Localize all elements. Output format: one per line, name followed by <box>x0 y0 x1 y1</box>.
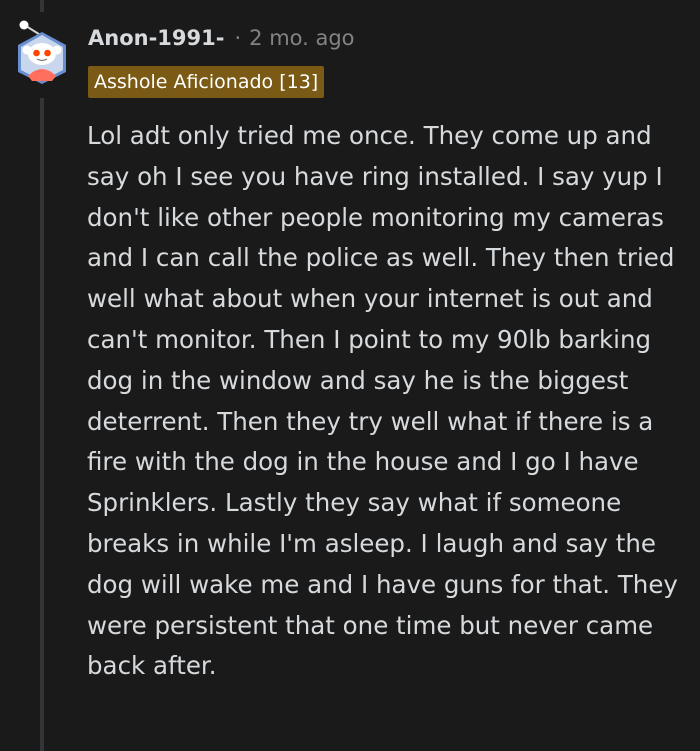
thread-line-top[interactable] <box>40 0 44 12</box>
comment-body-text: Lol adt only tried me once. They come up… <box>87 121 678 681</box>
comment-author-link[interactable]: Anon-1991- <box>88 26 224 50</box>
comment-header: Anon-1991- · 2 mo. ago <box>88 26 355 50</box>
snoo-avatar-icon <box>18 20 66 84</box>
comment-timestamp[interactable]: 2 mo. ago <box>249 26 354 50</box>
header-separator: · <box>234 26 242 50</box>
user-avatar[interactable] <box>14 20 70 84</box>
user-flair-badge: Asshole Aficionado [13] <box>88 66 325 98</box>
thread-collapse-line[interactable] <box>40 98 44 751</box>
